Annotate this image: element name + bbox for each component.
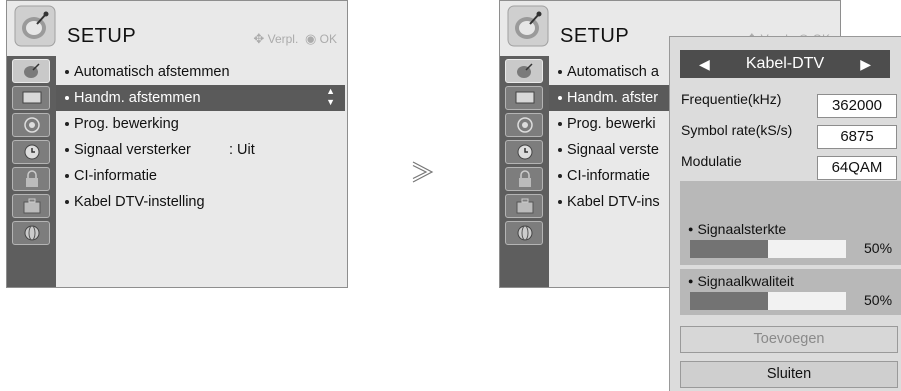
category-sidebar <box>500 56 549 287</box>
signal-quality-bar <box>690 292 846 310</box>
signal-booster-value: : Uit <box>229 142 255 158</box>
clock-icon <box>517 144 533 160</box>
menu-item-list: Automatisch afstemmen Handm. afstemmen ▲ ▼… <box>56 59 345 215</box>
sidebar-lock-tab[interactable] <box>505 167 543 191</box>
signal-quality-fill <box>690 292 768 310</box>
sidebar-setup-tab[interactable] <box>505 59 543 83</box>
clock-icon <box>24 144 40 160</box>
menu-item-manual-tuning[interactable]: Handm. afstemmen ▲ ▼ <box>56 85 345 111</box>
ok-button-icon: ◉ <box>304 31 317 46</box>
sidebar-time-tab[interactable] <box>12 140 50 164</box>
sidebar-audio-tab[interactable] <box>505 113 543 137</box>
menu-item-label: Prog. bewerki <box>567 116 656 132</box>
sidebar-lock-tab[interactable] <box>12 167 50 191</box>
globe-icon <box>517 225 533 241</box>
signal-quality-percent: 50% <box>864 292 893 308</box>
category-sidebar <box>7 56 56 287</box>
menu-title: SETUP <box>67 25 137 47</box>
satellite-dish-icon <box>507 5 549 47</box>
manual-tuning-popup: ◀ Kabel-DTV ▶ Frequentie(kHz) 362000 Sym… <box>669 36 901 391</box>
menu-item-label: Kabel DTV-ins <box>567 194 660 210</box>
arrow-left-icon[interactable]: ◀ <box>699 50 710 78</box>
frequency-field[interactable]: 362000 <box>817 94 897 118</box>
menu-item-label: Prog. bewerking <box>74 116 179 132</box>
speaker-icon <box>517 117 533 133</box>
globe-icon <box>24 225 40 241</box>
toolbox-icon <box>516 198 534 214</box>
sidebar-network-tab[interactable] <box>12 221 50 245</box>
sidebar-network-tab[interactable] <box>505 221 543 245</box>
menu-item-signal-booster[interactable]: Signaal versterker : Uit <box>56 137 345 163</box>
menu-item-auto-tuning[interactable]: Automatisch afstemmen <box>56 59 345 85</box>
menu-item-label: CI-informatie <box>74 168 157 184</box>
menu-item-label: Signaal versterker <box>74 142 191 158</box>
tv-screen-icon <box>22 91 42 104</box>
symbol-rate-label: Symbol rate(kS/s) <box>681 122 793 138</box>
menu-item-label: Automatisch a <box>567 64 659 80</box>
sidebar-option-tab[interactable] <box>505 194 543 218</box>
speaker-icon <box>24 117 40 133</box>
hint-ok-label: OK <box>319 32 337 46</box>
setup-menu-left: SETUP ✥ Verpl. ◉ OK Automatisch afstemme… <box>6 0 348 288</box>
padlock-icon <box>519 170 531 187</box>
sidebar-option-tab[interactable] <box>12 194 50 218</box>
menu-title: SETUP <box>560 25 630 47</box>
signal-quality-label: ● Signaalkwaliteit <box>688 273 794 289</box>
menu-item-ci-info[interactable]: CI-informatie <box>56 163 345 189</box>
add-button[interactable]: Toevoegen <box>680 326 898 353</box>
signal-strength-panel: ● Signaalsterkte 50% <box>680 181 901 265</box>
sidebar-picture-tab[interactable] <box>12 86 50 110</box>
modulation-field[interactable]: 64QAM <box>817 156 897 180</box>
sidebar-setup-tab[interactable] <box>12 59 50 83</box>
signal-strength-bar <box>690 240 846 258</box>
signal-quality-panel: ● Signaalkwaliteit 50% <box>680 269 901 315</box>
menu-item-label: Signaal verste <box>567 142 659 158</box>
transition-arrow-icon <box>412 161 434 183</box>
menu-item-program-edit[interactable]: Prog. bewerking <box>56 111 345 137</box>
channel-type-selector[interactable]: ◀ Kabel-DTV ▶ <box>680 50 890 78</box>
arrow-right-icon[interactable]: ▶ <box>860 50 871 78</box>
frequency-label: Frequentie(kHz) <box>681 91 782 107</box>
menu-item-label: Automatisch afstemmen <box>74 64 230 80</box>
hint-move-label: Verpl. <box>267 32 299 46</box>
move-arrows-icon: ✥ <box>253 31 265 46</box>
satellite-dish-icon <box>24 63 40 78</box>
menu-item-label: CI-informatie <box>567 168 650 184</box>
modulation-label: Modulatie <box>681 153 742 169</box>
sidebar-time-tab[interactable] <box>505 140 543 164</box>
satellite-dish-icon <box>14 5 56 47</box>
menu-item-label: Kabel DTV-instelling <box>74 194 205 210</box>
sidebar-audio-tab[interactable] <box>12 113 50 137</box>
sidebar-picture-tab[interactable] <box>505 86 543 110</box>
tv-screen-icon <box>515 91 535 104</box>
signal-strength-fill <box>690 240 768 258</box>
padlock-icon <box>26 170 38 187</box>
up-down-arrows-icon: ▲ ▼ <box>326 86 335 107</box>
signal-strength-label: ● Signaalsterkte <box>688 221 787 237</box>
menu-item-label: Handm. afstemmen <box>74 90 201 106</box>
channel-type-label: Kabel-DTV <box>745 55 825 72</box>
satellite-dish-icon <box>517 63 533 78</box>
signal-strength-percent: 50% <box>864 240 893 256</box>
close-button[interactable]: Sluiten <box>680 361 898 388</box>
toolbox-icon <box>23 198 41 214</box>
navigation-hints: ✥ Verpl. ◉ OK <box>253 31 337 47</box>
menu-item-cable-dtv-settings[interactable]: Kabel DTV-instelling <box>56 189 345 215</box>
menu-item-label: Handm. afster <box>567 90 659 106</box>
symbol-rate-field[interactable]: 6875 <box>817 125 897 149</box>
